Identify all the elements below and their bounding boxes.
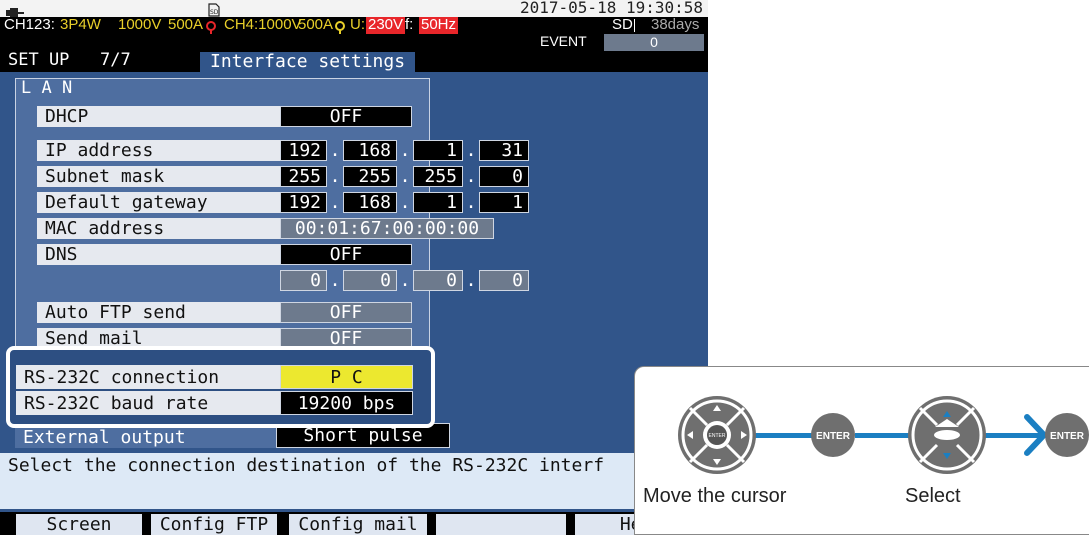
sd-label: SD <box>612 16 633 33</box>
rs232c-baud-select[interactable]: 19200 bps <box>280 391 413 415</box>
gateway-octet-3[interactable]: 1 <box>413 192 463 213</box>
subnet-octet-4[interactable]: 0 <box>479 166 529 187</box>
dot-separator: . <box>399 166 411 187</box>
mac-address-label: MAC address <box>37 218 280 239</box>
auto-ftp-label: Auto FTP send <box>37 302 280 323</box>
menu-label: SET UP <box>8 50 70 70</box>
dot-separator: . <box>399 192 411 213</box>
up-down-keys-icon <box>908 396 986 474</box>
page-title: Interface settings <box>200 52 416 72</box>
dns-octet-1: 0 <box>280 270 327 291</box>
gateway-octet-2[interactable]: 168 <box>343 192 397 213</box>
ip-octet-4[interactable]: 31 <box>479 140 529 161</box>
ip-address-label: IP address <box>37 140 280 161</box>
f3-config-mail-button[interactable]: Config mail <box>289 514 427 535</box>
datetime: 2017-05-18 19:30:58 <box>520 0 704 17</box>
svg-text:ENTER: ENTER <box>816 431 851 442</box>
enter-key-icon: ENTER <box>1045 413 1089 457</box>
u-value: 230V <box>366 16 406 34</box>
dot-separator: . <box>399 270 411 291</box>
dot-separator: . <box>329 140 341 161</box>
dot-separator: . <box>329 166 341 187</box>
f-label: f: <box>405 16 414 33</box>
select-caption: Select <box>905 485 961 507</box>
page-indicator: 7/7 <box>100 50 131 70</box>
subnet-octet-3[interactable]: 255 <box>413 166 463 187</box>
power-plug-icon <box>6 3 24 18</box>
svg-text:ENTER: ENTER <box>709 433 726 439</box>
clamp-sensor-icon <box>335 19 345 34</box>
sd-card-icon: SD <box>208 2 220 17</box>
lan-header: L A N <box>21 78 73 98</box>
days-remaining: 38days <box>651 16 700 33</box>
move-cursor-caption: Move the cursor <box>643 485 787 507</box>
subnet-mask-label: Subnet mask <box>37 166 280 187</box>
dot-separator: . <box>329 270 341 291</box>
ip-octet-3[interactable]: 1 <box>413 140 463 161</box>
ch4-label: CH4:1000V <box>224 16 302 33</box>
svg-text:ENTER: ENTER <box>1050 431 1085 442</box>
gateway-octet-4[interactable]: 1 <box>479 192 529 213</box>
dot-separator: . <box>465 166 477 187</box>
f-value: 50Hz <box>419 16 459 34</box>
dns-octet-4: 0 <box>479 270 529 291</box>
function-key-bar: Screen Config FTP Config mail Help <box>0 512 708 535</box>
enter-key-icon: ENTER <box>811 413 855 457</box>
instruction-panel: ENTER ENTER ENTER Move the cursor Select <box>634 366 1089 535</box>
cursor-keys-icon: ENTER <box>678 396 756 474</box>
current-range: 500A <box>168 16 204 33</box>
dot-separator: . <box>329 192 341 213</box>
help-message: Select the connection destination of the… <box>0 453 708 509</box>
subnet-octet-2[interactable]: 255 <box>343 166 397 187</box>
title-row: SET UP 7/7 Interface settings EVENT 0 <box>0 34 708 72</box>
ch123-label: CH123: <box>4 16 55 33</box>
divider <box>634 19 635 32</box>
ip-octet-2[interactable]: 168 <box>343 140 397 161</box>
external-output-label: External output <box>15 427 276 448</box>
rs232c-connection-select[interactable]: P C <box>280 365 413 389</box>
subnet-octet-1[interactable]: 255 <box>280 166 327 187</box>
dns-octet-3: 0 <box>413 270 463 291</box>
dhcp-select[interactable]: OFF <box>280 106 412 127</box>
gateway-octet-1[interactable]: 192 <box>280 192 327 213</box>
mac-address-value: 00:01:67:00:00:00 <box>280 218 494 239</box>
rs232c-connection-label: RS-232C connection <box>16 365 280 389</box>
dot-separator: . <box>399 140 411 161</box>
dot-separator: . <box>465 192 477 213</box>
instrument-screen: SD 2017-05-18 19:30:58 CH123: 3P4W 1000V… <box>0 0 708 535</box>
gateway-label: Default gateway <box>37 192 280 213</box>
event-count: 0 <box>604 34 704 51</box>
dns-octet-2: 0 <box>343 270 397 291</box>
ch4-current: 500A <box>298 16 334 33</box>
ip-octet-1[interactable]: 192 <box>280 140 327 161</box>
svg-text:SD: SD <box>210 9 219 16</box>
dhcp-label: DHCP <box>37 106 280 127</box>
dot-separator: . <box>465 140 477 161</box>
event-label: EVENT <box>540 33 587 49</box>
clamp-sensor-icon <box>206 19 216 34</box>
f4-empty-button[interactable] <box>436 514 566 535</box>
voltage-range: 1000V <box>118 16 162 33</box>
u-label: U: <box>350 16 365 33</box>
rs232c-baud-label: RS-232C baud rate <box>16 391 280 415</box>
wiring-value: 3P4W <box>60 16 101 33</box>
f2-config-ftp-button[interactable]: Config FTP <box>151 514 277 535</box>
key-diagram: ENTER ENTER ENTER <box>678 396 1089 474</box>
measurement-header: CH123: 3P4W 1000V 500A CH4:1000V 500A U:… <box>0 17 708 34</box>
f1-screen-button[interactable]: Screen <box>16 514 142 535</box>
dns-label: DNS <box>37 244 280 265</box>
dot-separator: . <box>465 270 477 291</box>
auto-ftp-select[interactable]: OFF <box>280 302 412 323</box>
dns-select[interactable]: OFF <box>280 244 412 265</box>
